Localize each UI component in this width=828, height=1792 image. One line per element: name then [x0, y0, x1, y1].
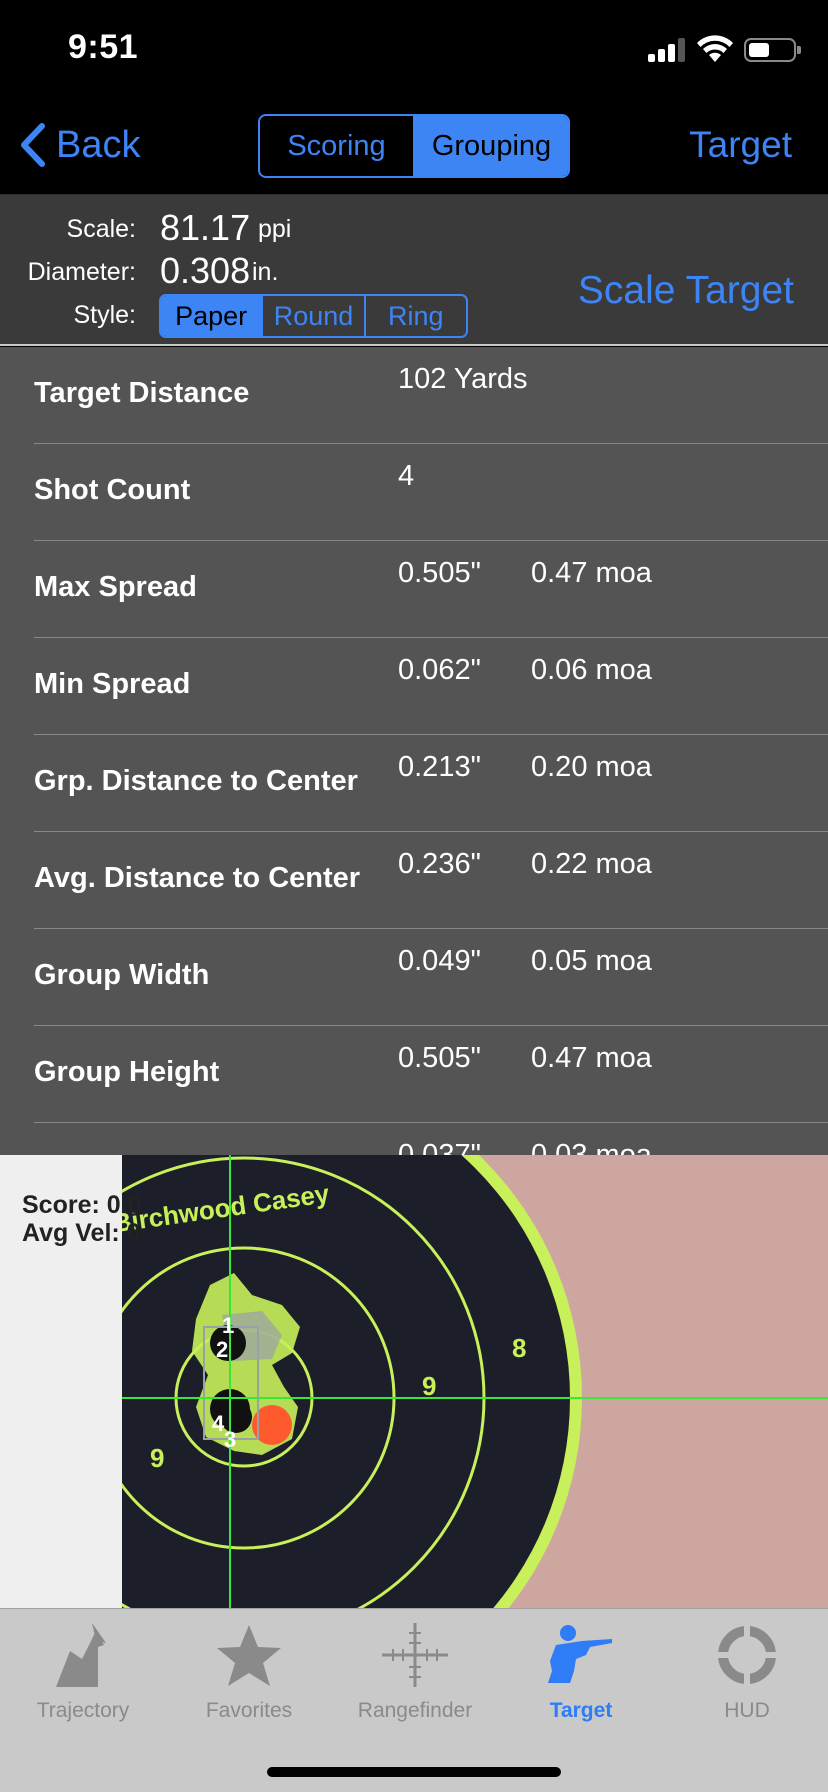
- shot-label: 1: [222, 1313, 234, 1338]
- chevron-left-icon: [21, 123, 45, 167]
- ring-number: 8: [512, 1333, 526, 1363]
- segment-scoring[interactable]: Scoring: [260, 116, 413, 176]
- mode-segmented-control: Scoring Grouping: [258, 114, 570, 178]
- shot-label: 3: [224, 1427, 236, 1452]
- scale-label: Scale:: [66, 215, 136, 243]
- stat-moa: 0.47 moa: [531, 557, 652, 589]
- tab-label: Rangefinder: [357, 1699, 473, 1722]
- stat-moa: 0.06 moa: [531, 654, 652, 686]
- stat-row-avg-distance: Avg. Distance to Center 0.236" 0.22 moa: [0, 832, 828, 929]
- target-photo[interactable]: Birchwood Casey 9 8 9 1 2 3 4: [122, 1155, 828, 1608]
- wifi-icon: [697, 35, 733, 62]
- scale-unit: ppi: [258, 215, 292, 243]
- hud-ring-icon: [717, 1625, 777, 1685]
- stat-label: Target Distance: [34, 377, 250, 409]
- tab-favorites[interactable]: Favorites: [166, 1609, 332, 1729]
- stat-label: Min Spread: [34, 668, 191, 700]
- segment-grouping[interactable]: Grouping: [413, 116, 568, 176]
- shot-label: 2: [216, 1337, 228, 1362]
- shooter-icon: [548, 1625, 612, 1683]
- tab-hud[interactable]: HUD: [664, 1609, 828, 1729]
- stat-row-max-spread: Max Spread 0.505" 0.47 moa: [0, 541, 828, 638]
- star-icon: [217, 1625, 281, 1686]
- stat-moa: 0.03 moa: [531, 1139, 652, 1155]
- ring-number: 9: [150, 1443, 164, 1473]
- stat-moa: 0.20 moa: [531, 751, 652, 783]
- status-bar: 9:51: [0, 0, 828, 100]
- stat-value: 0.213": [398, 751, 481, 783]
- stat-moa: 0.05 moa: [531, 945, 652, 977]
- diameter-label: Diameter:: [27, 258, 136, 286]
- style-paper[interactable]: Paper: [161, 296, 262, 336]
- back-label: Back: [56, 123, 141, 166]
- cellular-signal-icon: [648, 38, 686, 62]
- stat-row-group-width: Group Width 0.049" 0.05 moa: [0, 929, 828, 1026]
- stat-row-group-height: Group Height 0.505" 0.47 moa: [0, 1026, 828, 1123]
- ring-number: 9: [422, 1371, 436, 1401]
- style-ring[interactable]: Ring: [363, 296, 466, 336]
- tab-label: Favorites: [205, 1699, 293, 1722]
- score-overlay: Score: 0.0 Avg Vel: 0: [22, 1191, 142, 1247]
- style-label: Style:: [73, 301, 136, 329]
- style-segmented-control: Paper Round Ring: [159, 294, 468, 338]
- avg-vel-text: Avg Vel: 0: [22, 1219, 141, 1247]
- tab-rangefinder[interactable]: Rangefinder: [332, 1609, 498, 1729]
- stat-label: Group Width: [34, 959, 210, 991]
- tab-label: HUD: [724, 1699, 770, 1722]
- group-stats-table: Target Distance 102 Yards Shot Count 4 M…: [0, 347, 828, 1155]
- stat-moa: 0.22 moa: [531, 848, 652, 880]
- navigation-bar: Back Scoring Grouping Target: [0, 100, 828, 194]
- reticle-icon: [382, 1623, 448, 1687]
- target-view[interactable]: Score: 0.0 Avg Vel: 0 Birchwood Casey 9 …: [0, 1155, 828, 1608]
- scale-value[interactable]: 81.17: [160, 207, 250, 249]
- scale-target-button[interactable]: Scale Target: [578, 269, 794, 313]
- stat-row-grp-distance: Grp. Distance to Center 0.213" 0.20 moa: [0, 735, 828, 832]
- stat-moa: 0.47 moa: [531, 1042, 652, 1074]
- stat-value: 0.236": [398, 848, 481, 880]
- diameter-unit: in.: [252, 258, 279, 286]
- stat-label: Shot Count: [34, 474, 191, 506]
- style-round[interactable]: Round: [261, 296, 363, 336]
- stat-row-shot-count: Shot Count 4: [0, 444, 828, 541]
- stat-value: 4: [398, 460, 415, 492]
- stat-value: 0.062": [398, 654, 481, 686]
- battery-icon: [744, 38, 801, 62]
- status-time: 9:51: [68, 28, 139, 66]
- back-button[interactable]: Back: [18, 120, 140, 170]
- tab-trajectory[interactable]: Trajectory: [0, 1609, 166, 1729]
- stat-value: 102 Yards: [398, 363, 528, 395]
- tab-label: Trajectory: [36, 1699, 130, 1722]
- shot-label: 4: [212, 1411, 225, 1436]
- stat-label: Grp. Distance to Center: [34, 765, 358, 797]
- trajectory-icon: [56, 1623, 106, 1687]
- target-nav-button[interactable]: Target: [689, 124, 792, 166]
- scale-panel: Scale: 81.17 ppi Diameter: 0.308 in. Sty…: [0, 194, 828, 346]
- stat-value: 0.505": [398, 557, 481, 589]
- stat-label: Max Spread: [34, 571, 197, 603]
- stat-row-target-distance: Target Distance 102 Yards: [0, 347, 828, 444]
- stat-value: 0.037": [398, 1139, 481, 1155]
- score-text: Score: 0.0: [22, 1191, 142, 1219]
- stat-row-partial: 0.037" 0.03 moa: [0, 1123, 828, 1155]
- stat-row-min-spread: Min Spread 0.062" 0.06 moa: [0, 638, 828, 735]
- tab-label: Target: [549, 1699, 613, 1722]
- diameter-value[interactable]: 0.308: [160, 250, 250, 292]
- tab-target[interactable]: Target: [498, 1609, 664, 1729]
- stat-value: 0.049": [398, 945, 481, 977]
- stat-label: Avg. Distance to Center: [34, 862, 361, 894]
- home-indicator[interactable]: [267, 1767, 561, 1777]
- tab-bar: Trajectory Favorites Rangefinder Target: [0, 1608, 828, 1792]
- stat-label: Group Height: [34, 1056, 220, 1088]
- stat-value: 0.505": [398, 1042, 481, 1074]
